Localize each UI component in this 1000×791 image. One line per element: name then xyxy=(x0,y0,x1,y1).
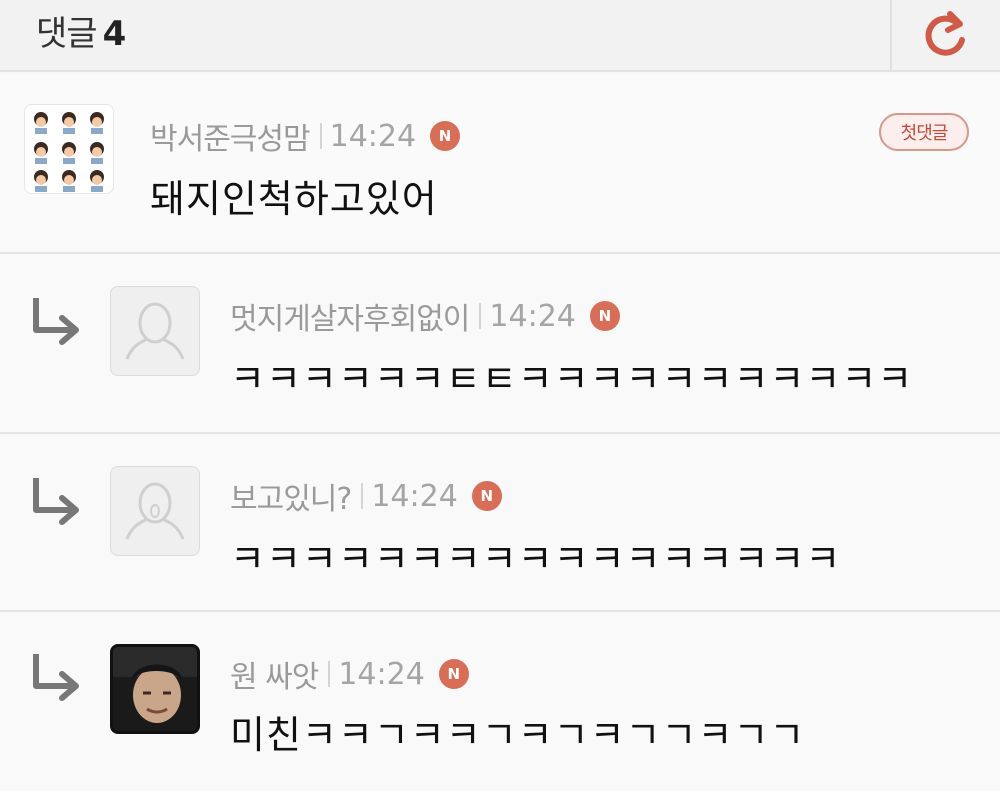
comment-count: 4 xyxy=(102,14,127,54)
comment-time: 14:24 xyxy=(329,118,417,154)
comment-meta: 멋지게살자후회없이 14:24 N xyxy=(230,294,620,338)
new-badge-icon: N xyxy=(438,659,469,689)
new-badge-icon: N xyxy=(471,481,502,511)
meta-divider xyxy=(319,123,322,149)
comments-header: 댓글 4 xyxy=(0,0,1000,72)
new-badge-icon: N xyxy=(430,121,461,151)
comment-time: 14:24 xyxy=(371,478,458,514)
comment-item: 원 싸앗 14:24 N 미친ㅋㅋㄱㅋㅋㄱㅋㄱㅋㄱㄱㅋㄱㄱ xyxy=(0,612,1000,791)
comment-item: 박서준극성맘 14:24 N 돼지인척하고있어 xyxy=(0,74,1000,254)
avatar[interactable] xyxy=(110,286,200,376)
avatar[interactable] xyxy=(24,104,114,194)
comments-title: 댓글 4 xyxy=(36,6,127,55)
comment-text: 미친ㅋㅋㄱㅋㅋㄱㅋㄱㅋㄱㄱㅋㄱㄱ xyxy=(230,713,806,757)
comment-author[interactable]: 보고있니? xyxy=(230,474,352,518)
reply-arrow-icon xyxy=(33,654,79,701)
comment-meta: 원 싸앗 14:24 N xyxy=(230,652,469,696)
refresh-button[interactable] xyxy=(890,0,1000,72)
meta-divider xyxy=(328,661,331,687)
meta-divider xyxy=(479,303,482,329)
comment-meta: 박서준극성맘 14:24 N xyxy=(150,114,461,158)
comments-title-label: 댓글 xyxy=(36,14,98,54)
first-comment-badge: 첫댓글 xyxy=(879,113,969,151)
comment-author[interactable]: 멋지게살자후회없이 xyxy=(230,294,470,338)
avatar[interactable] xyxy=(110,644,200,734)
default-avatar-icon xyxy=(125,482,185,540)
refresh-icon xyxy=(925,11,965,56)
reply-arrow-icon xyxy=(33,478,79,525)
comment-text: 돼지인척하고있어 xyxy=(150,177,438,221)
new-badge-icon: N xyxy=(589,301,620,331)
avatar[interactable] xyxy=(110,466,200,556)
comment-text: ㅋㅋㅋㅋㅋㅋㅌㅌㅋㅋㅋㅋㅋㅋㅋㅋㅋㅋㅋ xyxy=(230,357,914,401)
comment-item: 보고있니? 14:24 N ㅋㅋㅋㅋㅋㅋㅋㅋㅋㅋㅋㅋㅋㅋㅋㅋㅋ xyxy=(0,434,1000,612)
comment-item: 멋지게살자후회없이 14:24 N ㅋㅋㅋㅋㅋㅋㅌㅌㅋㅋㅋㅋㅋㅋㅋㅋㅋㅋㅋ xyxy=(0,254,1000,434)
comment-time: 14:24 xyxy=(489,298,576,334)
default-avatar-icon xyxy=(125,302,185,360)
comment-author[interactable]: 박서준극성맘 xyxy=(150,114,311,158)
reply-arrow-icon xyxy=(33,298,79,345)
comment-author[interactable]: 원 싸앗 xyxy=(230,652,319,696)
comment-meta: 보고있니? 14:24 N xyxy=(230,474,502,518)
meta-divider xyxy=(361,483,364,509)
comment-time: 14:24 xyxy=(338,656,425,692)
user-photo xyxy=(113,647,197,731)
character-grid-image xyxy=(25,105,113,193)
comment-text: ㅋㅋㅋㅋㅋㅋㅋㅋㅋㅋㅋㅋㅋㅋㅋㅋㅋ xyxy=(230,537,842,581)
